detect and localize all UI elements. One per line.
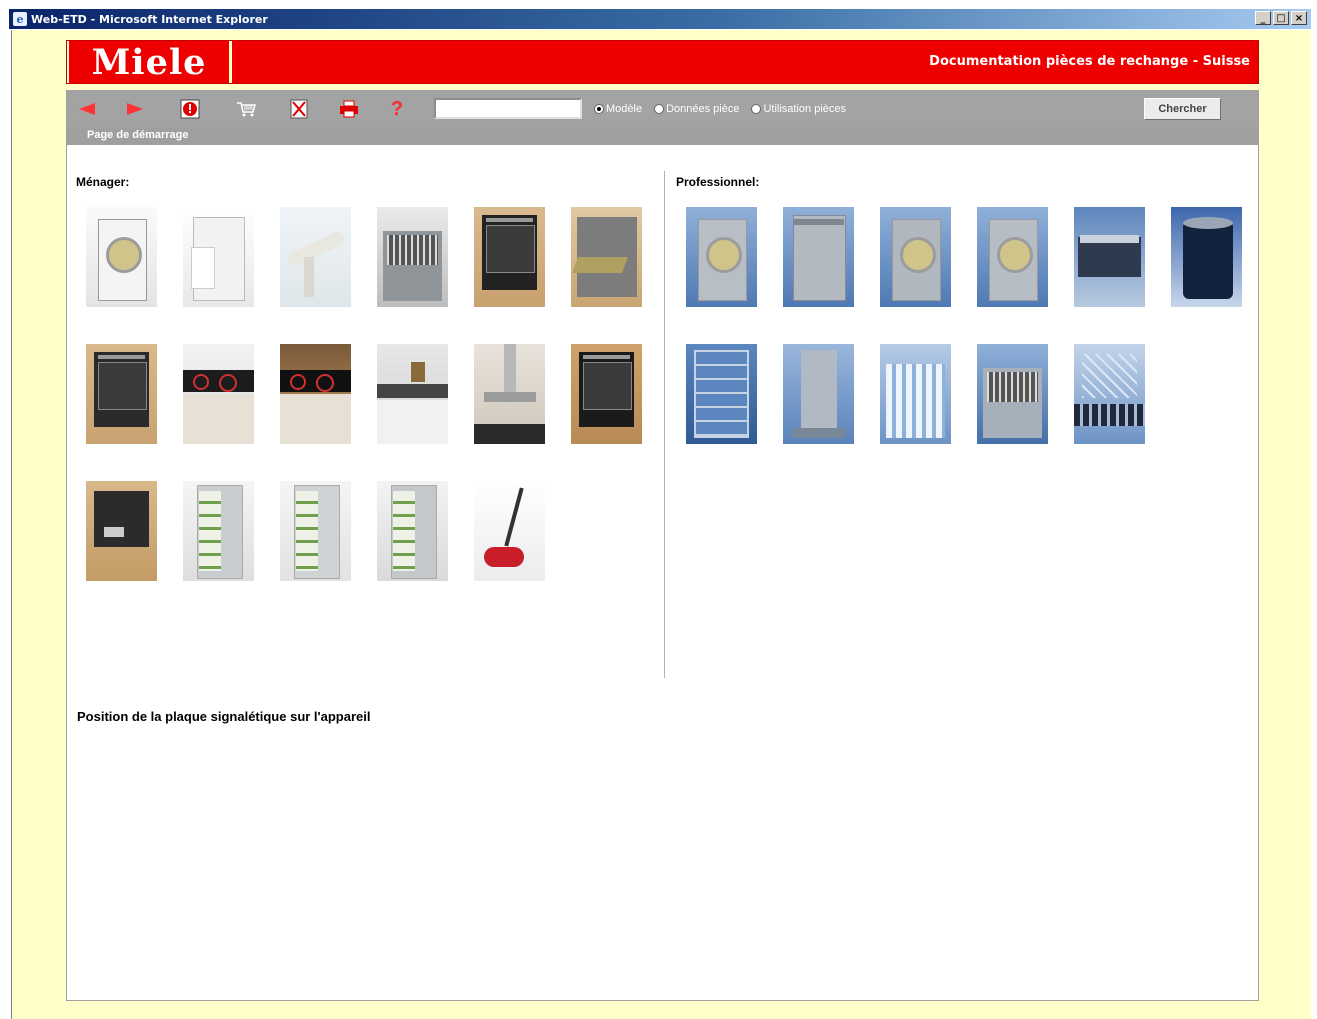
brand-header: Miele Documentation pièces de rechange -… — [66, 40, 1259, 84]
professionnel-title: Professionnel: — [676, 175, 760, 189]
freezer-image[interactable] — [280, 481, 351, 581]
pro-dishwasher-image[interactable] — [783, 344, 854, 444]
close-button[interactable]: × — [1291, 11, 1307, 25]
dryer-image[interactable] — [183, 207, 254, 307]
fridge-freezer-image[interactable] — [377, 481, 448, 581]
radio-label-utilisation-pieces: Utilisation pièces — [763, 103, 847, 115]
radio-dot-donnees-piece[interactable] — [654, 104, 665, 114]
header-title: Documentation pièces de rechange - Suiss… — [929, 54, 1250, 69]
radio-label-donnees-piece: Données pièce — [666, 103, 740, 115]
pro-ironer-image[interactable] — [1074, 207, 1145, 307]
vacuum-cleaner-image[interactable] — [474, 481, 545, 581]
radio-dot-utilisation-pieces[interactable] — [751, 104, 762, 114]
forward-icon[interactable] — [124, 99, 146, 119]
steam-oven-image[interactable] — [571, 207, 642, 307]
search-button[interactable]: Chercher — [1144, 98, 1221, 120]
help-icon[interactable]: ? — [386, 98, 408, 120]
nameplate-position-link[interactable]: Position de la plaque signalétique sur l… — [77, 709, 371, 724]
delete-icon[interactable] — [288, 99, 310, 119]
cart-icon[interactable] — [235, 99, 257, 119]
maximize-button[interactable]: □ — [1273, 11, 1289, 25]
breadcrumb[interactable]: Page de démarrage — [87, 129, 189, 141]
hob-image[interactable] — [183, 344, 254, 444]
print-icon[interactable] — [338, 99, 360, 119]
radio-dot-modele[interactable] — [594, 104, 604, 114]
pro-lab-washer-image[interactable] — [977, 344, 1048, 444]
fridge-image[interactable] — [183, 481, 254, 581]
kitchen-image[interactable] — [377, 344, 448, 444]
window-title: Web-ETD - Microsoft Internet Explorer — [31, 12, 268, 26]
page: Miele Documentation pièces de rechange -… — [66, 40, 1259, 1001]
menager-grid — [86, 207, 642, 581]
built-in-oven-image[interactable] — [571, 344, 642, 444]
search-input[interactable] — [434, 98, 582, 119]
pro-glasswasher-image[interactable] — [880, 344, 951, 444]
hood-image[interactable] — [474, 344, 545, 444]
dishwasher-image[interactable] — [377, 207, 448, 307]
coffee-machine-image[interactable] — [86, 481, 157, 581]
ie-icon: e — [13, 12, 27, 26]
logo-text: Miele — [91, 41, 207, 83]
main-content: Ménager: Professionnel: Position de la p… — [66, 145, 1259, 1001]
section-divider — [664, 171, 665, 678]
pro-drum-image[interactable] — [1171, 207, 1242, 307]
microwave-image[interactable] — [86, 344, 157, 444]
radio-label-modele: Modèle — [606, 103, 643, 115]
stop-info-icon[interactable] — [179, 99, 201, 119]
ceramic-hob-image[interactable] — [280, 344, 351, 444]
back-icon[interactable] — [76, 99, 98, 119]
toolbar: ? Modèle Données pièce Utilisation pièce… — [66, 90, 1259, 127]
rotary-iron-image[interactable] — [280, 207, 351, 307]
pro-rack-image[interactable] — [686, 344, 757, 444]
search-mode-radios: Modèle Données pièce Utilisation pièces — [594, 103, 846, 115]
washing-machine-image[interactable] — [86, 207, 157, 307]
pro-dryer-image[interactable] — [783, 207, 854, 307]
window-controls: _ □ × — [1255, 11, 1307, 25]
pro-washer-2-image[interactable] — [880, 207, 951, 307]
professionnel-grid — [686, 207, 1242, 444]
radio-donnees-piece[interactable]: Données pièce — [654, 103, 739, 115]
breadcrumb-bar: Page de démarrage — [66, 127, 1259, 145]
pro-washer-3-image[interactable] — [977, 207, 1048, 307]
radio-modele[interactable]: Modèle — [594, 103, 642, 115]
oven-image[interactable] — [474, 207, 545, 307]
menager-title: Ménager: — [76, 175, 130, 189]
minimize-button[interactable]: _ — [1255, 11, 1271, 25]
radio-utilisation-pieces[interactable]: Utilisation pièces — [751, 103, 846, 115]
pro-bottles-image[interactable] — [1074, 344, 1145, 444]
pro-washer-image[interactable] — [686, 207, 757, 307]
miele-logo[interactable]: Miele — [67, 41, 232, 83]
browser-viewport: Miele Documentation pièces de rechange -… — [11, 30, 1311, 1019]
window-titlebar: e Web-ETD - Microsoft Internet Explorer … — [9, 9, 1311, 29]
